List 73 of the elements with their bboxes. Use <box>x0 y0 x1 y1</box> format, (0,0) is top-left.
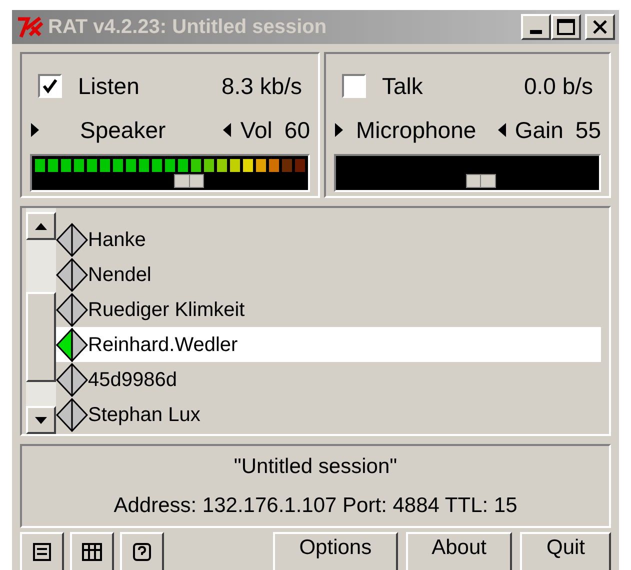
feather-logo-icon <box>16 15 44 39</box>
meter-segment <box>243 159 253 172</box>
help-icon <box>132 542 152 562</box>
maximize-icon <box>557 19 575 35</box>
control-value: 60 <box>284 116 310 145</box>
meter-segment <box>100 159 110 172</box>
toolbar-button[interactable] <box>70 532 114 570</box>
level-meter[interactable] <box>30 154 310 192</box>
scroll-up-button[interactable] <box>26 212 56 240</box>
meter-segment <box>74 159 84 172</box>
minimize-icon <box>530 30 542 34</box>
up-arrow-icon <box>35 222 47 230</box>
level-meter[interactable] <box>334 154 601 192</box>
scrollbar[interactable] <box>26 208 56 434</box>
action-button[interactable]: About <box>406 532 512 570</box>
meter-segment <box>230 159 240 172</box>
participant-name: Reinhard.Wedler <box>88 332 238 358</box>
meter-segment <box>191 159 201 172</box>
meter-segment <box>35 159 45 172</box>
meter-segment <box>295 159 305 172</box>
maximize-button[interactable] <box>551 14 581 40</box>
participant-name: Hanke <box>88 228 146 252</box>
session-name: "Untitled session" <box>234 454 398 480</box>
meter-segment <box>126 159 136 172</box>
checkbox-label: Talk <box>382 72 423 101</box>
meter-segment <box>256 159 266 172</box>
participant-name: Stephan Lux <box>88 402 200 428</box>
bitrate: 8.3 kb/s <box>221 72 302 101</box>
checkbox[interactable] <box>38 74 62 98</box>
meter-segment <box>217 159 227 172</box>
meter-segment <box>282 159 292 172</box>
meter-segment <box>165 159 175 172</box>
decrease-arrow-icon[interactable] <box>222 122 232 138</box>
device-name[interactable]: Speaker <box>80 112 166 148</box>
close-button[interactable] <box>585 14 615 40</box>
window-title: RAT v4.2.23: Untitled session <box>48 15 327 40</box>
minimize-button[interactable] <box>521 14 551 40</box>
checkbox-label: Listen <box>78 72 140 101</box>
action-button[interactable]: Options <box>273 532 398 570</box>
scroll-thumb[interactable] <box>26 292 56 382</box>
control-label: Vol <box>240 116 272 145</box>
meter-segment <box>61 159 71 172</box>
expand-arrow-icon[interactable] <box>334 122 344 138</box>
toolbar-button[interactable] <box>120 532 164 570</box>
participant-name: Ruediger Klimkeit <box>88 298 245 322</box>
form-icon <box>32 542 52 562</box>
grid-icon <box>81 542 103 562</box>
control-value: 55 <box>575 116 601 145</box>
scroll-down-button[interactable] <box>26 406 56 434</box>
meter-segment <box>139 159 149 172</box>
device-name[interactable]: Microphone <box>356 112 476 148</box>
participant-name: Nendel <box>88 262 152 288</box>
meter-segment <box>113 159 123 172</box>
slider-thumb[interactable] <box>174 174 204 188</box>
meter-segment <box>87 159 97 172</box>
meter-segment <box>178 159 188 172</box>
action-button[interactable]: Quit <box>520 532 611 570</box>
meter-segment <box>269 159 279 172</box>
decrease-arrow-icon[interactable] <box>496 122 507 138</box>
close-icon <box>592 19 608 35</box>
toolbar-button[interactable] <box>20 532 64 570</box>
meter-segment <box>204 159 214 172</box>
bitrate: 0.0 b/s <box>524 72 593 101</box>
meter-segment <box>48 159 58 172</box>
checkbox[interactable] <box>342 74 366 98</box>
participant-name: 45d9986d <box>88 368 177 392</box>
meter-segment <box>152 159 162 172</box>
down-arrow-icon <box>35 416 47 424</box>
session-address: Address: 132.176.1.107 Port: 4884 TTL: 15 <box>114 493 518 519</box>
slider-thumb[interactable] <box>466 174 496 188</box>
participant-row[interactable]: Reinhard.Wedler <box>56 327 601 362</box>
expand-arrow-icon[interactable] <box>30 122 40 138</box>
control-label: Gain <box>514 116 564 145</box>
